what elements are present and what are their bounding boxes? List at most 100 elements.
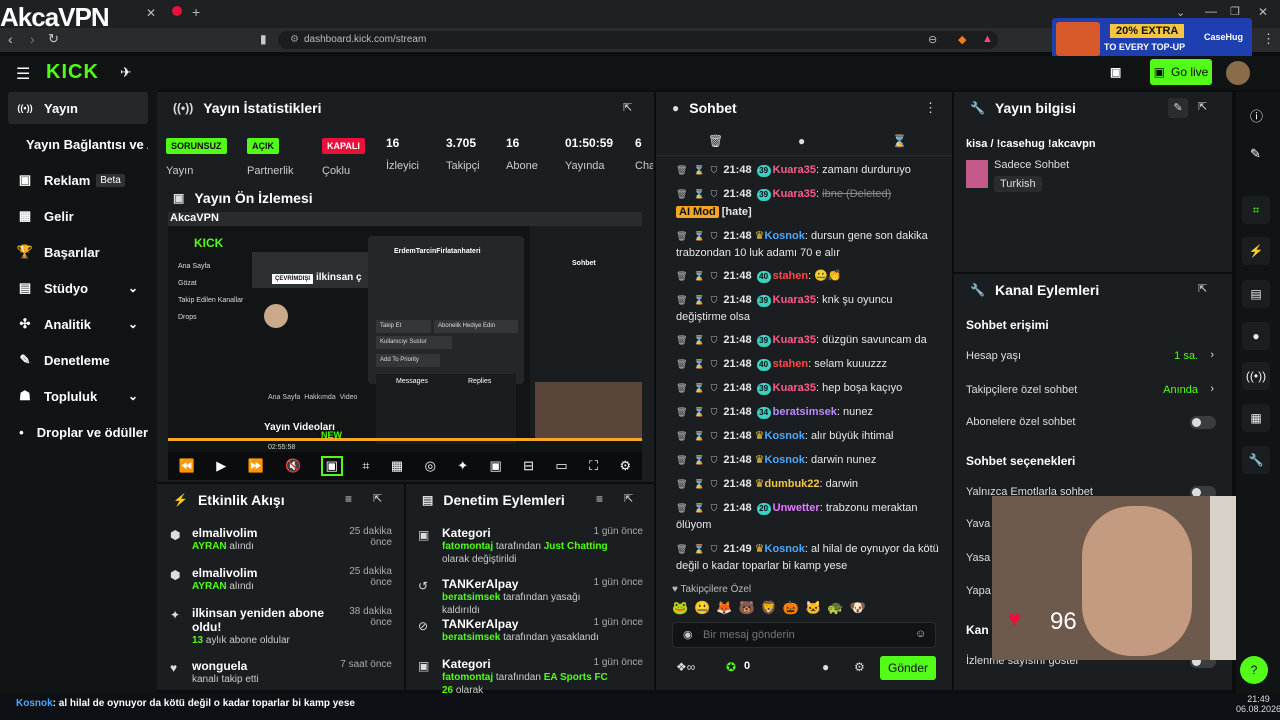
chat-message[interactable]: 🗑 ⌛ ⛉ 21:48 ♛Kosnok: darwin nunez (676, 452, 946, 469)
trash-icon[interactable]: 🗑 (676, 295, 687, 305)
chat-message[interactable]: 🗑 ⌛ ⛉ 21:48 39 Kuara35: hep boşa kaçıyo (676, 380, 946, 397)
rewards-icon[interactable]: ▲ (982, 33, 993, 45)
hamburger-menu-icon[interactable]: ☰ (16, 64, 30, 84)
menu-dots-icon[interactable]: ⋮ (1262, 31, 1275, 47)
shield-icon[interactable]: ⛉ (711, 431, 718, 441)
trash-icon[interactable]: 🗑 (676, 189, 687, 199)
trash-icon[interactable]: 🗑 (676, 165, 687, 175)
chat-message[interactable]: 🗑 ⌛ ⛉ 21:48 34 beratsimsek: nunez (676, 404, 946, 421)
rail-layout-button[interactable]: ▦ (1242, 404, 1270, 432)
shield-icon[interactable]: ⛉ (711, 503, 718, 513)
chat-message[interactable]: AI Mod [hate] (676, 204, 946, 221)
chat-username[interactable]: Kuara35 (773, 334, 816, 346)
hourglass-icon[interactable]: ⌛ (693, 295, 704, 305)
emoji-icon[interactable]: ☺ (915, 628, 926, 640)
hourglass-icon[interactable]: ⌛ (693, 479, 704, 489)
popout-icon[interactable]: ⇱ (1198, 100, 1207, 113)
info-icon[interactable]: ⓘ (1250, 106, 1263, 125)
hourglass-icon[interactable]: ⌛ (693, 271, 704, 281)
sparkle-icon[interactable]: ✦ (457, 458, 468, 474)
rail-chat-button[interactable]: ● (1242, 322, 1270, 350)
moderation-item[interactable]: ↺ TANKerAlpay beratsimsek tarafından yasağ… (418, 577, 643, 617)
shield-icon[interactable]: ⛉ (711, 231, 718, 241)
new-tab-icon[interactable]: + (192, 4, 200, 20)
shield-icon[interactable]: ⛉ (711, 359, 718, 369)
chat-username[interactable]: Unwetter (773, 502, 820, 514)
chat-username[interactable]: Kuara35 (773, 382, 816, 394)
chat-message[interactable]: 🗑 ⌛ ⛉ 21:48 39 Kuara35: knk şu oyuncu değişt… (676, 292, 946, 326)
filter-icon[interactable]: ≡ (596, 492, 603, 506)
go-live-button[interactable]: ▣ Go live (1150, 59, 1212, 85)
trash-icon[interactable]: 🗑 (708, 134, 723, 148)
shield-icon[interactable]: ⛉ (711, 407, 718, 417)
hourglass-icon[interactable]: ⌛ (693, 407, 704, 417)
hourglass-icon[interactable]: ⌛ (693, 503, 704, 513)
moderation-item[interactable]: ▣ Kategori fatomontaj tarafından Just Chat… (418, 526, 643, 566)
trash-icon[interactable]: 🗑 (676, 407, 687, 417)
account-age-row[interactable]: Hesap yaşı 1 sa. › (966, 349, 1216, 362)
play-icon[interactable]: ▶ (216, 458, 226, 474)
clock[interactable]: 21:49 06.08.2026 (1236, 694, 1280, 714)
shield-icon[interactable]: ⛉ (711, 165, 718, 175)
bookmark-icon[interactable]: ▮ (260, 32, 267, 46)
points-icon[interactable]: ❖∞ (676, 660, 695, 674)
chat-username[interactable]: Kosnok (765, 454, 805, 466)
crop-icon[interactable]: ⌗ (362, 458, 369, 474)
hourglass-icon[interactable]: ⌛ (693, 431, 704, 441)
avatar[interactable] (1226, 61, 1250, 85)
subs-only-toggle[interactable] (1190, 416, 1216, 429)
chat-message[interactable]: 🗑 ⌛ ⛉ 21:48 ♛Kosnok: alır büyük ihtimal (676, 428, 946, 445)
settings-icon[interactable]: ⚙ (619, 458, 631, 474)
sidebar-item-9[interactable]: ☗ Topluluk ⌄ (8, 380, 148, 412)
moderation-item[interactable]: ⊘ TANKerAlpay beratsimsek tarafından yasak… (418, 617, 643, 644)
hourglass-icon[interactable]: ⌛ (693, 383, 704, 393)
shield-icon[interactable]: ⛉ (711, 544, 718, 554)
back-icon[interactable]: ‹ (8, 31, 13, 47)
sidebar-item-2[interactable]: Yayın Bağlantısı ve Anahtarı (8, 128, 148, 160)
chat-message-input[interactable] (703, 627, 903, 643)
help-icon[interactable]: ? (1240, 656, 1268, 684)
shield-icon[interactable]: ⛉ (711, 295, 718, 305)
grid-icon[interactable]: ▦ (391, 458, 403, 474)
chat-message[interactable]: 🗑 ⌛ ⛉ 21:48 20 Unwetter: trabzonu meraktan ö… (676, 500, 946, 534)
sidebar-item-5[interactable]: 🏆 Başarılar (8, 236, 148, 268)
pip-icon[interactable]: ▣ (490, 458, 502, 474)
hourglass-icon[interactable]: ⌛ (693, 231, 704, 241)
pin-icon[interactable]: ✈ (120, 64, 132, 81)
shield-icon[interactable]: ⛉ (711, 335, 718, 345)
trash-icon[interactable]: 🗑 (676, 455, 687, 465)
close-window-icon[interactable]: ✕ (1258, 5, 1268, 19)
chat-menu-icon[interactable]: ⋮ (924, 100, 937, 116)
chat-username[interactable]: stahen (773, 270, 808, 282)
hourglass-icon[interactable]: ⌛ (693, 335, 704, 345)
emote-row[interactable]: 🐸🤐🦊🐻🦁🎃🐱🐢🐶 (672, 600, 942, 618)
activity-item[interactable]: ⬢ elmalivolim AYRAN alındı 25 dakika önce (170, 566, 392, 592)
trash-icon[interactable]: 🗑 (676, 503, 687, 513)
chat-input-box[interactable]: ◉ ☺ (672, 622, 936, 648)
chat-message[interactable]: 🗑 ⌛ ⛉ 21:48 39 Kuara35: zamanı durduruyo (676, 162, 946, 179)
mute-icon[interactable]: 🔇 (285, 458, 301, 474)
activity-item[interactable]: ⬢ elmalivolim AYRAN alındı 25 dakika önce (170, 526, 392, 552)
shield-icon[interactable]: ⛉ (711, 383, 718, 393)
sidebar-item-10[interactable]: • Droplar ve ödüller (8, 416, 148, 448)
chat-username[interactable]: Kuara35 (773, 294, 816, 306)
popout-icon[interactable]: ⇱ (1198, 282, 1207, 295)
chat-message[interactable]: 🗑 ⌛ ⛉ 21:48 39 Kuara35: ibne (Deleted) (676, 186, 946, 203)
rail-flash-button[interactable]: ⚡ (1242, 237, 1270, 265)
trash-icon[interactable]: 🗑 (676, 431, 687, 441)
edit-icon[interactable]: ✎ (1168, 98, 1188, 118)
chat-message[interactable]: 🗑 ⌛ ⛉ 21:48 40 stahen: 🤐👏 (676, 268, 946, 285)
trash-icon[interactable]: 🗑 (676, 335, 687, 345)
send-button[interactable]: Gönder (880, 656, 936, 680)
chat-message[interactable]: 🗑 ⌛ ⛉ 21:48 39 Kuara35: düzgün savuncam da (676, 332, 946, 349)
chat-username[interactable]: beratsimsek (773, 406, 837, 418)
fullscreen-icon[interactable]: ⛶ (589, 458, 598, 474)
kick-coin-icon[interactable]: ✪ (726, 660, 736, 674)
followers-only-row[interactable]: Takipçilere özel sohbet Anında › (966, 383, 1216, 396)
hourglass-icon[interactable]: ⌛ (892, 134, 907, 148)
hourglass-icon[interactable]: ⌛ (693, 359, 704, 369)
popout-icon[interactable]: ⇱ (373, 492, 382, 505)
trash-icon[interactable]: 🗑 (676, 383, 687, 393)
shield-icon[interactable]: ⛉ (711, 189, 718, 199)
maximize-icon[interactable]: ❐ (1230, 5, 1240, 18)
